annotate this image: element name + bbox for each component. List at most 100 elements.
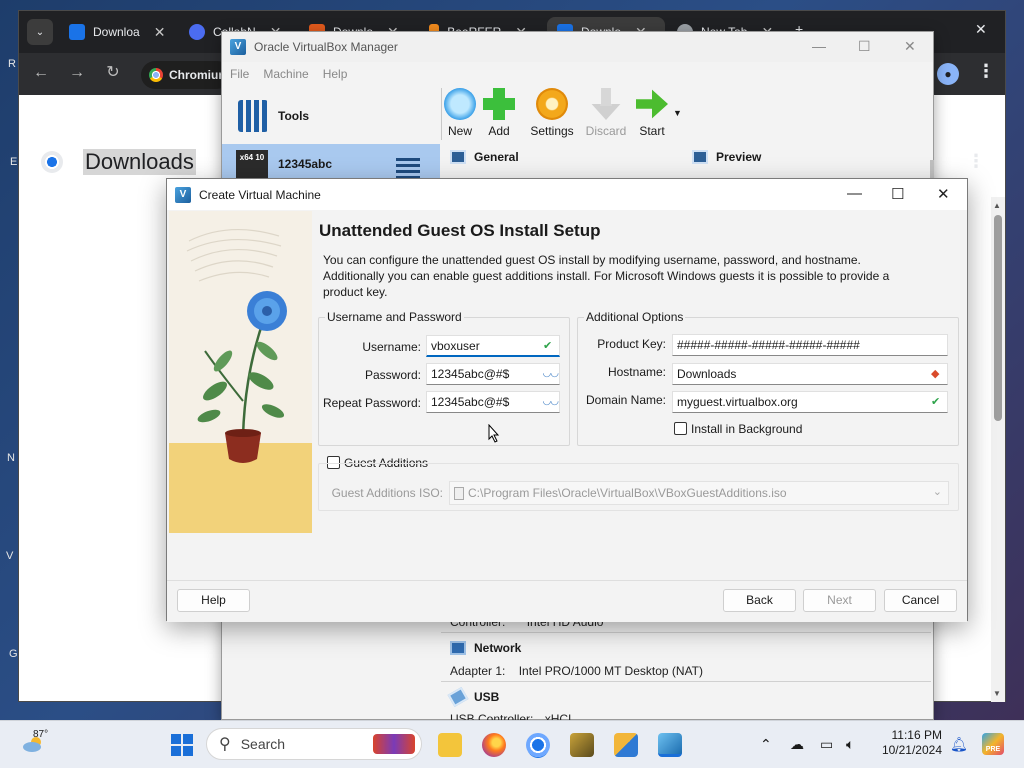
maximize-icon[interactable]: ☐ — [891, 185, 904, 203]
hostname-field[interactable] — [672, 363, 948, 385]
volume-icon[interactable]: 🔈︎ — [846, 736, 854, 753]
chromium-taskbar-icon[interactable] — [526, 733, 550, 757]
menu-file[interactable]: File — [230, 67, 249, 81]
tools-item[interactable]: Tools — [222, 86, 440, 146]
guest-additions-iso-select[interactable]: C:\Program Files\Oracle\VirtualBox\VBoxG… — [449, 481, 949, 505]
add-plus-icon — [483, 88, 515, 120]
browser-tab-label: Downloa — [93, 25, 140, 39]
back-button[interactable]: Back — [723, 589, 796, 612]
password-label: Password: — [364, 368, 421, 382]
settings-gear-icon — [536, 88, 568, 120]
scrollbar-thumb[interactable] — [994, 215, 1002, 421]
general-section-header[interactable]: General — [444, 144, 519, 170]
maximize-icon[interactable]: ☐ — [858, 38, 871, 55]
scroll-up-arrow-icon[interactable]: ▲ — [993, 201, 1001, 210]
password-field[interactable] — [426, 363, 560, 385]
group-legend: Username and Password — [327, 310, 462, 324]
temperature-text: 87° — [33, 729, 49, 740]
chevron-down-icon: ⌄ — [932, 486, 942, 498]
list-view-icon[interactable] — [396, 158, 420, 178]
close-icon[interactable]: ✕ — [937, 185, 950, 203]
mouse-cursor-icon — [488, 424, 500, 443]
browser-tab[interactable]: Downloa ✕ — [59, 17, 177, 47]
start-arrow-icon — [636, 89, 668, 119]
valid-check-icon: ✔ — [543, 340, 553, 352]
add-vm-button[interactable]: Add — [473, 88, 525, 138]
download-tab-icon — [69, 24, 85, 40]
start-dropdown-icon[interactable]: ▼ — [673, 108, 682, 118]
add-label: Add — [488, 124, 510, 138]
search-highlight-icon — [373, 734, 415, 754]
discard-arrow-icon — [591, 88, 621, 120]
minimize-icon[interactable]: — — [847, 185, 862, 202]
start-button[interactable]: Start — [626, 88, 678, 138]
chromium-logo-icon — [149, 68, 163, 82]
domain-name-field[interactable] — [672, 391, 948, 413]
usb-section-header[interactable]: USB — [444, 684, 499, 710]
tools-app-icon[interactable] — [570, 733, 594, 757]
cancel-button[interactable]: Cancel — [884, 589, 957, 612]
menu-help[interactable]: Help — [323, 67, 348, 81]
install-background-checkbox[interactable] — [674, 422, 687, 435]
page-title: Downloads — [83, 149, 196, 175]
browser-menu-kebab-icon[interactable]: ⋮ — [977, 61, 995, 82]
reload-icon[interactable]: ↻ — [103, 63, 123, 83]
preview-monitor-icon — [692, 150, 708, 164]
preview-section-header[interactable]: Preview — [686, 144, 761, 170]
page-scrollbar[interactable]: ▲ ▼ — [991, 197, 1005, 702]
back-arrow-icon[interactable]: ← — [31, 63, 51, 83]
show-password-eye-icon[interactable]: ◡◡ — [543, 396, 558, 407]
tab-search-menu-button[interactable]: ⌄ — [27, 19, 53, 45]
vbm-title-bar: V Oracle VirtualBox Manager — [222, 32, 933, 62]
firefox-icon[interactable] — [482, 733, 506, 757]
page-heading: Unattended Guest OS Install Setup — [319, 221, 601, 240]
menu-machine[interactable]: Machine — [263, 67, 308, 81]
search-placeholder: Search — [240, 736, 286, 752]
repeat-password-field[interactable] — [426, 391, 560, 413]
show-hidden-icons-chevron-icon[interactable]: ⌃ — [760, 736, 772, 753]
network-status-icon[interactable]: ☁ — [790, 736, 804, 753]
forward-arrow-icon[interactable]: → — [67, 63, 87, 83]
hostname-label: Hostname: — [607, 365, 666, 379]
general-monitor-icon — [450, 150, 466, 164]
settings-button[interactable]: Settings — [526, 88, 578, 138]
new-starburst-icon — [444, 88, 476, 120]
tools-icon — [238, 100, 268, 132]
create-vm-dialog: V Create Virtual Machine — ☐ ✕ Unattende… — [166, 178, 968, 622]
product-key-field[interactable] — [672, 334, 948, 356]
vbm-menu-bar: File Machine Help — [222, 62, 347, 86]
windows-os-icon: x64 10 — [236, 150, 268, 178]
settings-label: Settings — [530, 124, 574, 138]
profile-avatar-icon[interactable]: ● — [937, 63, 959, 85]
repeat-password-label: Repeat Password: — [322, 396, 421, 410]
virtualbox-manager-taskbar-icon[interactable] — [658, 733, 682, 757]
close-tab-icon[interactable]: ✕ — [154, 24, 166, 41]
close-icon[interactable]: ✕ — [904, 38, 916, 55]
start-menu-windows-icon[interactable] — [170, 733, 194, 757]
wizard-side-illustration — [169, 211, 312, 533]
file-explorer-icon[interactable] — [438, 733, 462, 757]
file-icon — [454, 487, 464, 500]
network-section-header[interactable]: Network — [444, 635, 521, 661]
dialog-title: Create Virtual Machine — [199, 187, 321, 202]
notification-bell-icon[interactable]: 🔔︎ — [950, 736, 968, 753]
copilot-preview-icon[interactable]: PRE — [982, 733, 1004, 755]
taskbar-search-box[interactable]: ⚲ Search — [206, 728, 422, 760]
username-field[interactable] — [426, 335, 560, 357]
minimize-icon[interactable]: — — [812, 38, 826, 54]
display-icon[interactable]: ▭ — [820, 736, 833, 753]
invalid-hostname-icon: ◆ — [931, 368, 940, 380]
network-adapter-row: Adapter 1: Intel PRO/1000 MT Desktop (NA… — [450, 664, 704, 678]
address-bar[interactable]: Chromium — [141, 61, 231, 89]
scroll-down-arrow-icon[interactable]: ▼ — [993, 689, 1001, 698]
virtualbox-app-icon[interactable] — [614, 733, 638, 757]
downloads-menu-kebab-icon[interactable]: ⋮ — [967, 151, 985, 172]
discard-button[interactable]: Discard — [580, 88, 632, 138]
network-icon — [450, 641, 466, 655]
next-button[interactable]: Next — [803, 589, 876, 612]
taskbar-clock[interactable]: 11:16 PM 10/21/2024 — [876, 728, 942, 758]
help-button[interactable]: Help — [177, 589, 250, 612]
discard-label: Discard — [585, 124, 627, 138]
show-password-eye-icon[interactable]: ◡◡ — [543, 368, 558, 379]
close-window-icon[interactable]: ✕ — [975, 21, 987, 38]
